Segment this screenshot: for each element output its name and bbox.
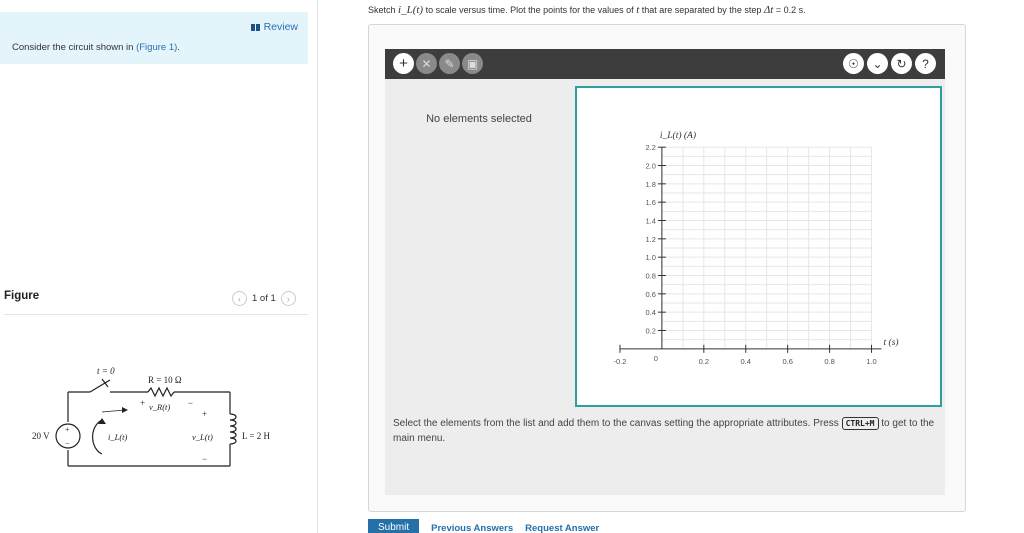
review-label: Review bbox=[263, 21, 298, 33]
review-button[interactable]: Review bbox=[250, 21, 298, 33]
x-tick-label: 0.2 bbox=[699, 357, 709, 366]
help-panel: Select the elements from the list and ad… bbox=[385, 407, 945, 495]
chevron-left-icon[interactable]: ‹ bbox=[232, 291, 247, 306]
dropdown-icon[interactable]: ⌄ bbox=[867, 53, 888, 74]
request-answer-link[interactable]: Request Answer bbox=[525, 523, 599, 533]
problem-statement: Consider the circuit shown in (Figure 1)… bbox=[12, 42, 180, 53]
chart-svg: -0.2 0 0.2 0.4 0.6 0.8 1.0 0.2 0.4 0.6 0.8 1.0 1.2 1.… bbox=[613, 130, 899, 366]
delete-icon[interactable]: ▣ bbox=[462, 53, 483, 74]
vr-plus: + bbox=[140, 398, 145, 408]
figure-heading: Figure bbox=[4, 290, 40, 302]
y-tick-label: 2.0 bbox=[645, 162, 655, 171]
pager-text: 1 of 1 bbox=[252, 293, 276, 304]
x-tick-label: 0 bbox=[654, 354, 658, 363]
figure-link[interactable]: (Figure 1) bbox=[136, 42, 177, 53]
y-tick-label: 1.2 bbox=[645, 235, 655, 244]
edit-tool-icon[interactable]: ✎ bbox=[439, 53, 460, 74]
vr-label: v_R(t) bbox=[149, 402, 170, 412]
vr-minus: − bbox=[188, 398, 193, 408]
il-label: i_L(t) bbox=[108, 432, 128, 442]
action-bar: Submit Previous Answers Request Answer bbox=[368, 519, 599, 533]
submit-button[interactable]: Submit bbox=[368, 519, 420, 533]
y-tick-label: 1.8 bbox=[645, 180, 655, 189]
y-tick-label: 0.8 bbox=[645, 272, 655, 281]
resistor-label: R = 10 Ω bbox=[148, 375, 182, 385]
y-tick-label: 0.2 bbox=[645, 327, 655, 336]
y-tick-label: 1.0 bbox=[645, 253, 655, 262]
chevron-right-icon[interactable]: › bbox=[280, 291, 296, 306]
source-plus: + bbox=[65, 425, 70, 434]
source-minus: − bbox=[65, 439, 70, 448]
y-tick-label: 1.4 bbox=[645, 217, 655, 226]
previous-answers-link[interactable]: Previous Answers bbox=[431, 523, 513, 533]
keyboard-shortcut: CTRL+M bbox=[841, 417, 879, 430]
graph-toolbar: + ✕ ✎ ▣ ☉ ⌄ ↻ ? bbox=[385, 49, 945, 79]
help-icon[interactable]: ? bbox=[915, 53, 936, 74]
x-axis-label: t (s) bbox=[884, 337, 899, 348]
source-label: 20 V bbox=[32, 431, 50, 441]
y-tick-label: 0.4 bbox=[645, 308, 655, 317]
problem-panel: Review Consider the circuit shown in (Fi… bbox=[0, 0, 318, 533]
graphing-tool: + ✕ ✎ ▣ ☉ ⌄ ↻ ? No elements selected -0.… bbox=[368, 24, 966, 512]
x-tick-label: -0.2 bbox=[613, 357, 626, 366]
no-elements-text: No elements selected bbox=[426, 113, 532, 125]
elements-panel: No elements selected bbox=[385, 79, 573, 407]
y-axis-label: i_L(t) (A) bbox=[660, 130, 696, 141]
vl-plus: + bbox=[202, 409, 207, 419]
reset-icon[interactable]: ↻ bbox=[891, 53, 912, 74]
y-tick-label: 2.2 bbox=[645, 143, 655, 152]
vl-label: v_L(t) bbox=[192, 432, 213, 442]
x-tick-label: 0.4 bbox=[741, 357, 751, 366]
hint-icon[interactable]: ☉ bbox=[843, 53, 864, 74]
divider bbox=[4, 314, 308, 315]
y-tick-label: 1.6 bbox=[645, 198, 655, 207]
vl-minus: − bbox=[202, 454, 207, 464]
graph-canvas[interactable]: -0.2 0 0.2 0.4 0.6 0.8 1.0 0.2 0.4 0.6 0.8 1.0 1.2 1.… bbox=[575, 86, 942, 407]
inductor-label: L = 2 H bbox=[242, 431, 270, 441]
x-tick-label: 0.6 bbox=[782, 357, 792, 366]
plus-icon[interactable]: + bbox=[393, 53, 414, 74]
circuit-diagram: t = 0 R = 10 Ω + − v_R(t) + − 20 V i_L(t… bbox=[30, 362, 290, 482]
review-icon bbox=[250, 23, 260, 31]
point-tool-icon[interactable]: ✕ bbox=[416, 53, 437, 74]
x-tick-label: 1.0 bbox=[866, 357, 876, 366]
problem-header: Review Consider the circuit shown in (Fi… bbox=[0, 12, 308, 64]
figure-pager: ‹ 1 of 1 › bbox=[232, 291, 296, 306]
x-tick-label: 0.8 bbox=[824, 357, 834, 366]
switch-label: t = 0 bbox=[97, 366, 115, 376]
y-tick-label: 0.6 bbox=[645, 290, 655, 299]
question-instruction: Sketch i_L(t) to scale versus time. Plot… bbox=[368, 4, 806, 16]
help-text: Select the elements from the list and ad… bbox=[393, 417, 935, 444]
